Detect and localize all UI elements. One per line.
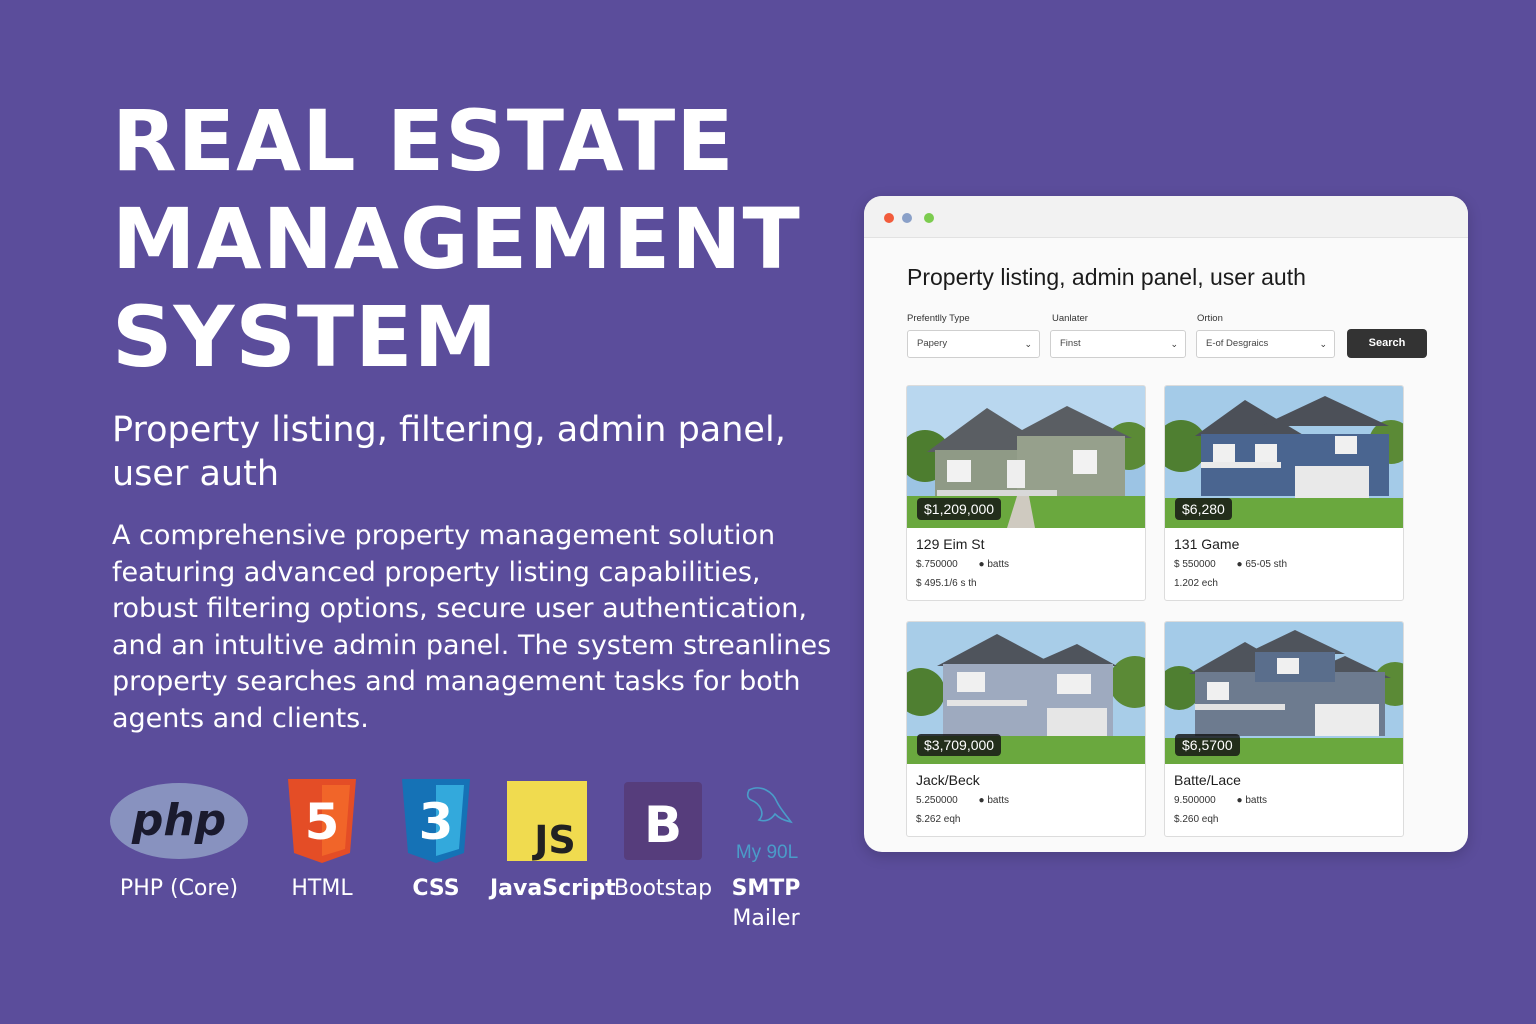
tech-css: 3 CSS	[386, 778, 486, 904]
listing-details: $.750000 ● batts	[916, 559, 1009, 570]
listing-details: 5.250000 ● batts	[916, 795, 1009, 806]
js-logo-icon: JS	[490, 778, 604, 864]
js-logo-text: JS	[531, 818, 576, 861]
listing-detail: ● batts	[978, 559, 1010, 570]
listing-detail-text: batts	[1245, 795, 1268, 806]
location-select[interactable]: Finst ⌄	[1050, 330, 1186, 358]
hero-title: REAL ESTATE MANAGEMENT SYSTEM	[112, 92, 801, 386]
listing-detail: $ 550000	[1174, 559, 1216, 570]
listing-card[interactable]: $1,209,000 129 Eim St $.750000 ● batts $…	[906, 385, 1146, 601]
listing-card[interactable]: $6,280 131 Game $ 550000 ● 65-05 sth 1.2…	[1164, 385, 1404, 601]
tech-label: CSS	[412, 876, 460, 901]
css3-logo-icon: 3	[386, 778, 486, 864]
tech-smtp: My 90L SMTP Mailer	[716, 778, 816, 934]
price-badge: $1,209,000	[917, 498, 1002, 520]
house-photo: $6,5700	[1165, 622, 1403, 764]
page-title: Property listing, admin panel, user auth	[907, 264, 1306, 290]
select-value: Finst	[1060, 338, 1081, 349]
minimize-window-icon[interactable]	[902, 213, 912, 223]
hero-description: A comprehensive property management solu…	[112, 520, 832, 734]
mysql-logo-text: My 90L	[736, 842, 798, 863]
house-photo: $6,280	[1165, 386, 1403, 528]
tech-php: php PHP (Core)	[108, 778, 250, 904]
hero-title-line: REAL ESTATE	[112, 92, 735, 190]
listing-card[interactable]: $6,5700 Batte/Lace 9.500000 ● batts $.26…	[1164, 621, 1404, 837]
tech-label-line: Mailer	[732, 906, 800, 931]
price-badge: $3,709,000	[917, 734, 1002, 756]
filter-label: Uanlater	[1052, 313, 1088, 324]
select-value: Papery	[917, 338, 948, 349]
bootstrap-logo-text: B	[644, 796, 682, 854]
chevron-down-icon: ⌄	[1024, 339, 1032, 349]
listing-address: Jack/Beck	[916, 772, 980, 788]
house-photo: $3,709,000	[907, 622, 1145, 764]
listing-detail: 5.250000	[916, 795, 958, 806]
listing-detail: $.262 eqh	[916, 814, 961, 825]
listing-address: 129 Eim St	[916, 536, 985, 552]
listing-card[interactable]: $3,709,000 Jack/Beck 5.250000 ● batts $.…	[906, 621, 1146, 837]
tech-bootstrap: B Bootstap	[612, 778, 714, 904]
tech-label: PHP (Core)	[119, 876, 239, 901]
tech-label: SMTP Mailer	[716, 874, 816, 934]
window-titlebar	[864, 196, 1468, 238]
chevron-down-icon: ⌄	[1170, 339, 1178, 349]
listing-address: Batte/Lace	[1174, 772, 1241, 788]
php-logo-text: php	[131, 795, 226, 846]
select-value: E-of Desgraics	[1206, 338, 1269, 349]
property-type-select[interactable]: Papery ⌄	[907, 330, 1040, 358]
filter-label: Ortion	[1197, 313, 1223, 324]
mysql-dolphin-icon: My 90L	[716, 778, 816, 864]
chevron-down-icon: ⌄	[1319, 339, 1327, 349]
tech-label: JavaScript	[490, 876, 616, 901]
bootstrap-logo-icon: B	[612, 778, 714, 864]
php-logo-icon: php	[108, 778, 250, 864]
house-photo: $1,209,000	[907, 386, 1145, 528]
close-window-icon[interactable]	[884, 213, 894, 223]
option-select[interactable]: E-of Desgraics ⌄	[1196, 330, 1335, 358]
listing-detail: $.750000	[916, 559, 958, 570]
price-badge: $6,280	[1175, 498, 1232, 520]
tech-html: 5 HTML	[272, 778, 372, 904]
listing-detail: ● batts	[1236, 795, 1268, 806]
hero-title-line: SYSTEM	[112, 288, 499, 386]
listing-details: $ 550000 ● 65-05 sth	[1174, 559, 1287, 570]
tech-label: Bootstap	[613, 876, 713, 901]
listing-address: 131 Game	[1174, 536, 1240, 552]
listing-detail: $.260 eqh	[1174, 814, 1219, 825]
tech-label-line: SMTP	[731, 876, 801, 901]
html5-logo-icon: 5	[272, 778, 372, 864]
listing-detail: $ 495.1/6 s th	[916, 578, 977, 589]
listing-detail-text: batts	[987, 559, 1010, 570]
app-window: Property listing, admin panel, user auth…	[864, 196, 1468, 852]
listing-detail: 9.500000	[1174, 795, 1216, 806]
listing-details: 9.500000 ● batts	[1174, 795, 1267, 806]
hero-subtitle: Property listing, filtering, admin panel…	[112, 410, 786, 494]
listing-detail-text: 65-05 sth	[1245, 559, 1288, 570]
listing-detail: ● 65-05 sth	[1236, 559, 1288, 570]
listing-detail-text: batts	[987, 795, 1010, 806]
maximize-window-icon[interactable]	[924, 213, 934, 223]
tech-javascript: JS JavaScript	[490, 778, 616, 904]
listing-detail: 1.202 ech	[1174, 578, 1218, 589]
price-badge: $6,5700	[1175, 734, 1240, 756]
filter-label: Prefentlly Type	[907, 313, 970, 324]
listing-detail: ● batts	[978, 795, 1010, 806]
css3-logo-text: 3	[419, 793, 454, 851]
tech-label: HTML	[291, 876, 353, 901]
search-button[interactable]: Search	[1347, 329, 1427, 358]
hero-title-line: MANAGEMENT	[112, 190, 801, 288]
html5-logo-text: 5	[305, 793, 340, 851]
